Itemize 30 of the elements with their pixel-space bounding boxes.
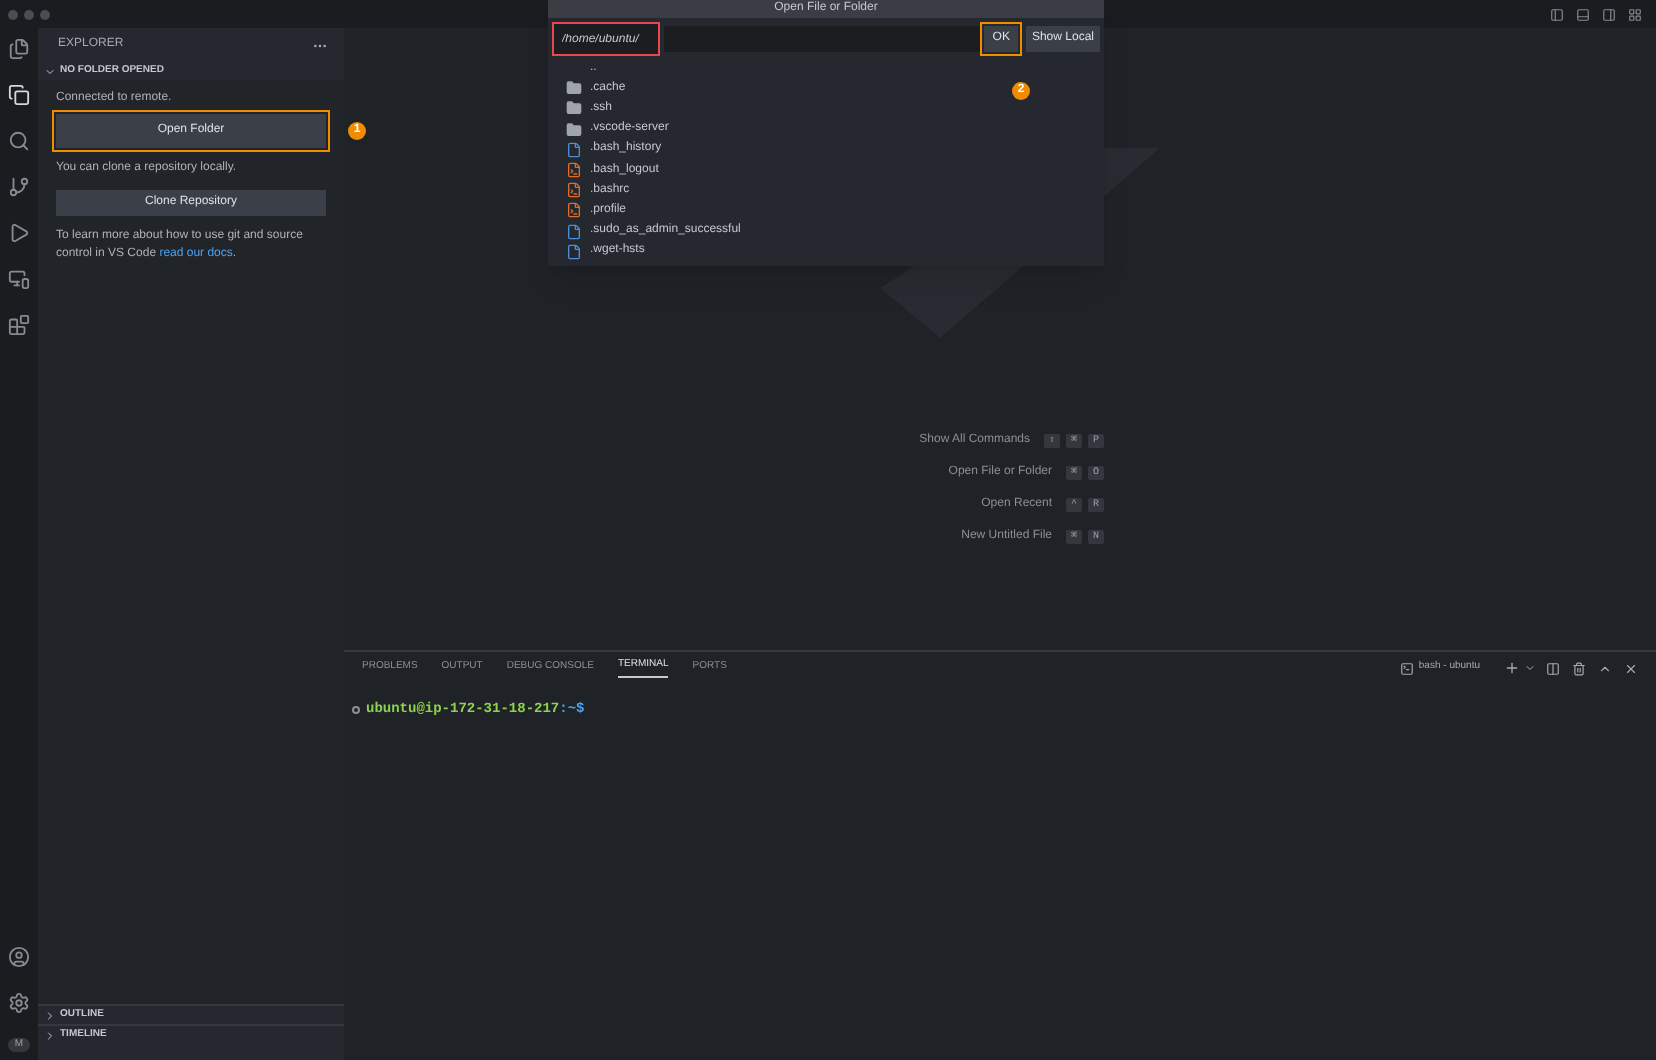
chevron-down-icon[interactable] [1524, 662, 1536, 674]
extensions-icon[interactable] [8, 314, 30, 336]
close-icon[interactable] [1624, 661, 1638, 675]
file-icon [566, 243, 582, 260]
file-icon [566, 141, 582, 158]
toggle-sidebar-icon[interactable] [1550, 7, 1564, 21]
terminal-file-icon [566, 202, 582, 219]
maximize-icon[interactable] [1598, 661, 1612, 675]
account-icon[interactable] [8, 945, 30, 967]
source-control-icon[interactable] [8, 176, 30, 198]
settings-icon[interactable] [8, 991, 30, 1013]
folder-icon [566, 121, 582, 138]
folder-icon [566, 80, 582, 97]
toggle-secondary-sidebar-icon[interactable] [1602, 7, 1616, 21]
terminal-icon [1400, 661, 1415, 675]
files-icon[interactable] [8, 38, 30, 60]
run-debug-icon[interactable] [8, 222, 30, 244]
remote-explorer-icon[interactable] [8, 268, 30, 290]
trash-icon[interactable] [1572, 661, 1586, 675]
search-icon[interactable] [8, 130, 30, 152]
layout-icon[interactable] [1628, 7, 1642, 21]
explorer-icon[interactable] [8, 84, 30, 106]
new-terminal-icon[interactable] [1504, 660, 1520, 676]
folder-icon [566, 100, 582, 117]
file-icon [566, 223, 582, 240]
terminal-file-icon [566, 162, 582, 179]
terminal-file-icon [566, 182, 582, 199]
split-icon[interactable] [1546, 661, 1560, 675]
toggle-panel-icon[interactable] [1576, 7, 1590, 21]
chevron-down-icon [44, 65, 56, 77]
